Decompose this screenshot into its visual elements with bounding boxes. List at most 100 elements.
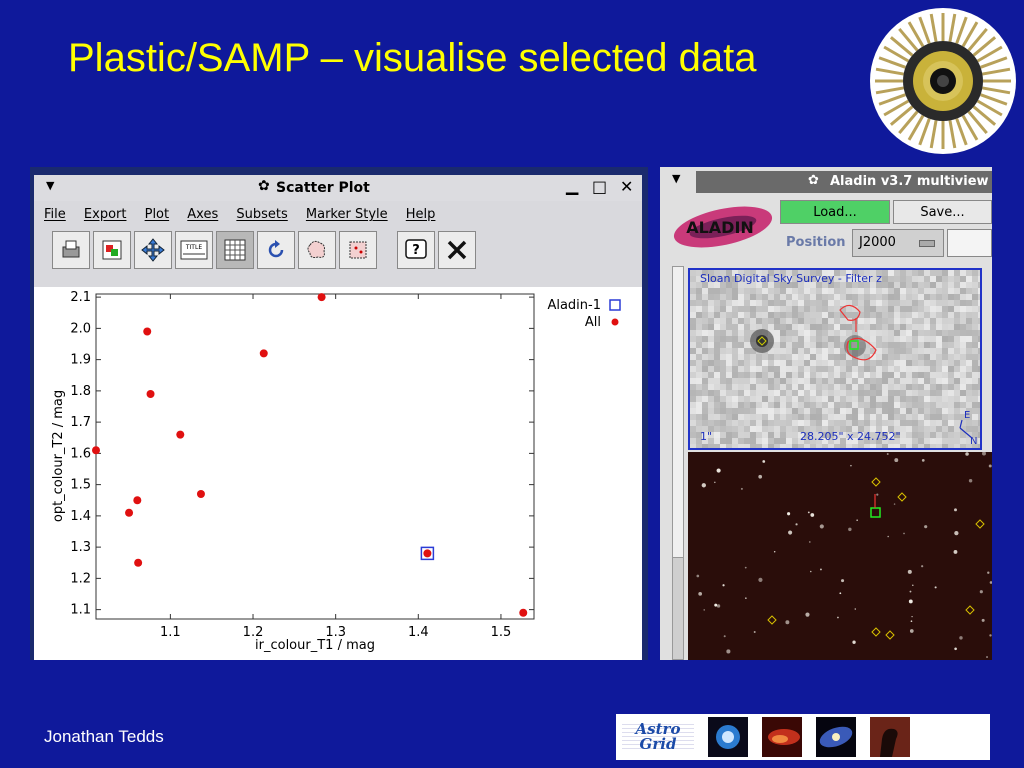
save-button[interactable]: Save... [893,200,992,224]
pixel [942,390,948,396]
data-point[interactable] [317,293,326,302]
pixel [966,426,972,432]
pixel [816,396,822,402]
replot-button[interactable] [257,231,295,269]
plot-area[interactable]: 1.1 1.2 1.3 1.4 1.5 1.6 1.7 1.8 1.9 2.0 2.1 1.1 1.2… [34,287,642,660]
pixel [978,348,980,354]
pixel [948,282,954,288]
data-point[interactable] [143,327,152,336]
data-point[interactable] [92,446,100,455]
scatter-plot-chart[interactable]: 1.11.21.31.41.51.61.71.81.92.02.1 1.1 1.2… [34,287,642,660]
pixel [726,288,732,294]
star [716,604,721,608]
optical-image-view[interactable] [688,452,992,660]
export-image-button[interactable] [93,231,131,269]
pixel [870,360,876,366]
pixel [912,306,918,312]
pixel [870,324,876,330]
pixel [954,348,960,354]
star [886,453,889,456]
pixel [702,366,708,372]
pixel [906,294,912,300]
data-point[interactable] [125,508,134,517]
pixel [882,282,888,288]
title-button[interactable]: TITLE [175,231,213,269]
close-button[interactable] [438,231,476,269]
data-point[interactable] [259,349,268,358]
window-menu-icon[interactable]: ▼ [46,179,54,192]
pixel [870,402,876,408]
pixel [864,318,870,324]
pixel [936,330,942,336]
pixel [816,414,822,420]
window-menu-icon[interactable]: ▼ [672,172,680,185]
frame-select[interactable]: J2000 [852,229,944,257]
data-point[interactable] [176,430,185,439]
pixel [798,306,804,312]
pixel [786,318,792,324]
data-point[interactable] [134,558,143,567]
data-point[interactable] [196,490,205,498]
pixel [732,444,738,448]
print-button[interactable] [52,231,90,269]
scatter-menubar: File Export Plot Axes Subsets Marker Sty… [34,207,642,227]
menu-subsets[interactable]: Subsets [236,207,287,222]
blob-subset-button[interactable] [298,231,336,269]
pixel [954,408,960,414]
pixel [822,336,828,342]
pixel [804,372,810,378]
pixel [864,414,870,420]
pixel [924,294,930,300]
window-close-icon[interactable]: ✕ [620,177,633,196]
pixel [924,384,930,390]
pixel [822,288,828,294]
help-button[interactable]: ? [397,231,435,269]
pixel [702,384,708,390]
pixel [816,390,822,396]
menu-plot[interactable]: Plot [145,207,170,222]
pixel [912,432,918,438]
pixel [738,288,744,294]
star [912,584,914,587]
pixel [912,444,918,448]
load-button[interactable]: Load... [780,200,890,224]
data-point[interactable] [519,608,528,617]
vertical-scrollbar[interactable] [672,266,684,660]
pixel [906,324,912,330]
menu-help[interactable]: Help [406,207,436,222]
pixel [696,402,702,408]
pixel [810,378,816,384]
scrollbar-thumb[interactable] [673,267,683,558]
aladin-window-menu[interactable]: ▼ [660,167,696,193]
menu-axes[interactable]: Axes [187,207,218,222]
position-input[interactable] [947,229,992,257]
emblem-spike [980,93,1008,106]
menu-export[interactable]: Export [84,207,127,222]
menu-file[interactable]: File [44,207,66,222]
pixel [780,444,786,448]
pixel [876,342,882,348]
data-point[interactable] [146,390,155,398]
move-button[interactable] [134,231,172,269]
maximize-icon[interactable]: □ [592,177,607,196]
pixel [696,366,702,372]
pixel [726,384,732,390]
minimize-icon[interactable]: ▁ [566,176,578,195]
pixel [708,330,714,336]
grid-button[interactable] [216,231,254,269]
aladin-app-icon: ✿ [808,173,819,188]
sdss-image-view[interactable]: Sloan Digital Sky Survey - Filter z 1" 2… [688,268,982,450]
data-point[interactable] [423,549,432,558]
pixel [954,402,960,408]
pixel [708,318,714,324]
menu-marker-style[interactable]: Marker Style [306,207,388,222]
aladin-title-bar[interactable]: ✿ Aladin v3.7 multiview [696,171,992,193]
pixel [732,420,738,426]
region-subset-button[interactable] [339,231,377,269]
data-point[interactable] [133,496,142,505]
pixel [954,288,960,294]
scatter-title-bar[interactable]: ▼ ✿ Scatter Plot ▁ □ ✕ [34,175,642,201]
pixel [834,366,840,372]
pixel [936,294,942,300]
pixel [774,384,780,390]
